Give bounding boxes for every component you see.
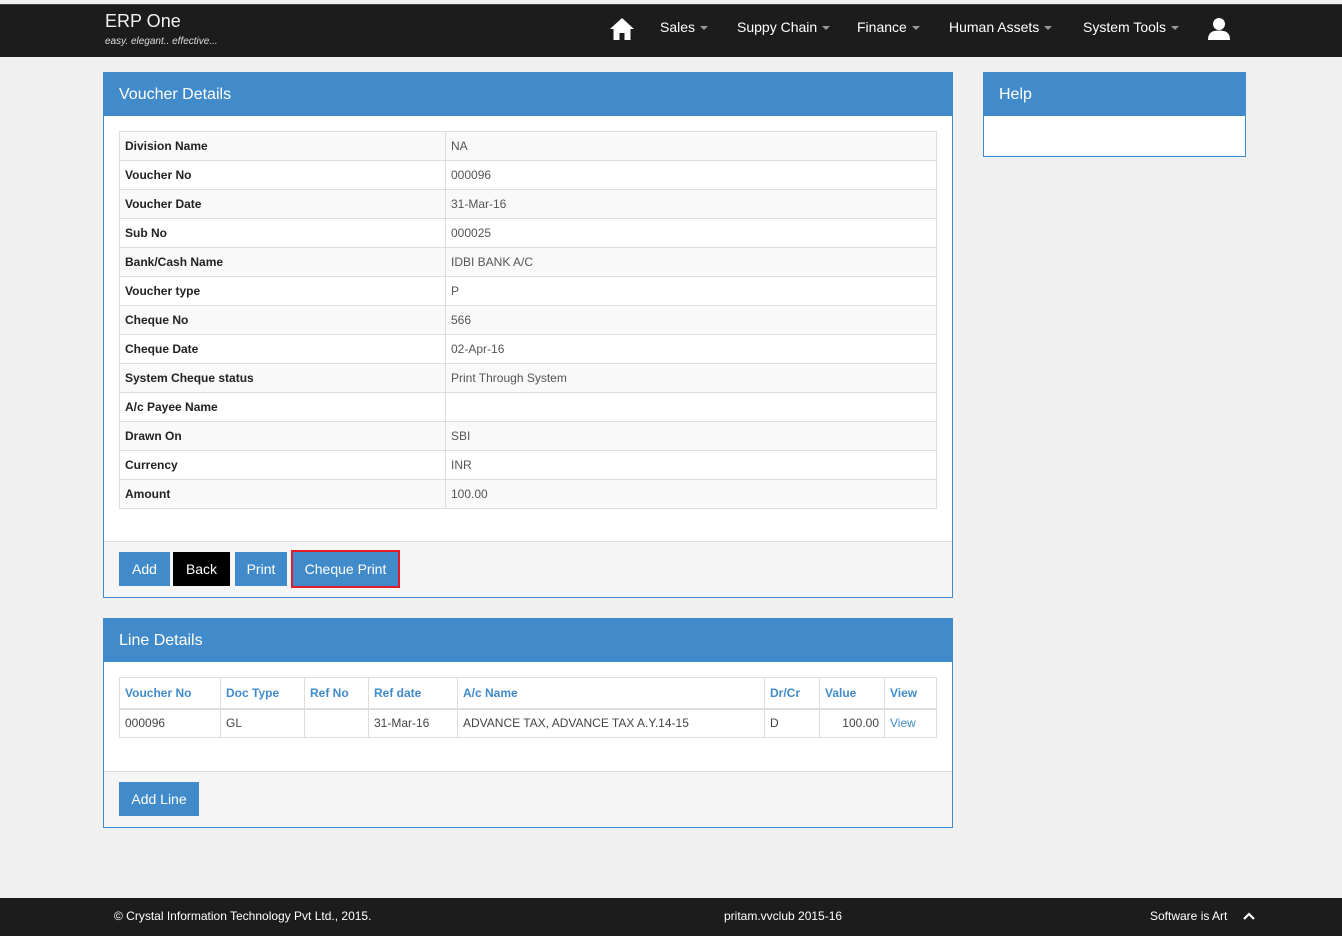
chevron-up-icon[interactable] <box>1242 909 1256 923</box>
cheque-print-button[interactable]: Cheque Print <box>291 550 400 588</box>
cell-voucher-no: 000096 <box>119 708 221 738</box>
column-header[interactable]: View <box>884 677 937 710</box>
add-button[interactable]: Add <box>119 552 170 586</box>
column-header[interactable]: Voucher No <box>119 677 221 710</box>
field-value: 566 <box>445 305 937 335</box>
table-row: Bank/Cash Name IDBI BANK A/C <box>119 247 937 277</box>
page-footer: © Crystal Information Technology Pvt Ltd… <box>0 898 1342 936</box>
table-row: 000096 GL 31-Mar-16 ADVANCE TAX, ADVANCE… <box>119 708 937 738</box>
nav-human-assets[interactable]: Human Assets <box>949 19 1053 35</box>
table-row: Division Name NA <box>119 131 937 161</box>
nav-sales[interactable]: Sales <box>660 19 709 35</box>
field-label: Cheque Date <box>119 334 446 364</box>
column-header[interactable]: Dr/Cr <box>764 677 820 710</box>
table-row: Voucher No 000096 <box>119 160 937 190</box>
nav-supply-chain[interactable]: Suppy Chain <box>737 19 831 35</box>
help-panel: Help <box>983 72 1246 157</box>
back-button[interactable]: Back <box>173 552 230 586</box>
view-link[interactable]: View <box>884 708 937 738</box>
cell-ref-no <box>304 708 369 738</box>
field-value: INR <box>445 450 937 480</box>
column-header[interactable]: Ref date <box>368 677 458 710</box>
slogan-text: Software is Art <box>1150 909 1228 923</box>
nav-system-tools-label: System Tools <box>1083 19 1166 35</box>
user-icon[interactable] <box>1207 17 1231 41</box>
home-icon[interactable] <box>609 17 635 41</box>
caret-down-icon <box>1044 26 1053 31</box>
line-details-heading: Line Details <box>104 619 952 662</box>
field-value: 000096 <box>445 160 937 190</box>
table-row: Cheque No 566 <box>119 305 937 335</box>
caret-down-icon <box>822 26 831 31</box>
navbar: ERP One easy. elegant.. effective... Sal… <box>0 4 1342 57</box>
table-row: Amount 100.00 <box>119 479 937 509</box>
add-line-button[interactable]: Add Line <box>119 782 199 816</box>
cell-doc-type: GL <box>220 708 305 738</box>
table-row: Voucher Date 31-Mar-16 <box>119 189 937 219</box>
help-heading: Help <box>984 73 1245 116</box>
field-value: 100.00 <box>445 479 937 509</box>
cell-ref-date: 31-Mar-16 <box>368 708 458 738</box>
field-label: Voucher type <box>119 276 446 306</box>
nav-supply-chain-label: Suppy Chain <box>737 19 818 35</box>
column-header[interactable]: Doc Type <box>220 677 305 710</box>
app-tagline: easy. elegant.. effective... <box>105 36 218 47</box>
field-label: Voucher Date <box>119 189 446 219</box>
column-header[interactable]: A/c Name <box>457 677 765 710</box>
field-label: Currency <box>119 450 446 480</box>
field-value: P <box>445 276 937 306</box>
table-row: A/c Payee Name <box>119 392 937 422</box>
field-value: NA <box>445 131 937 161</box>
cell-dr-cr: D <box>764 708 820 738</box>
voucher-details-table: Division Name NA Voucher No 000096 Voucher… <box>119 131 937 509</box>
field-label: Cheque No <box>119 305 446 335</box>
line-details-table: Voucher No Doc Type Ref No Ref date A/c … <box>119 677 937 738</box>
field-value: 31-Mar-16 <box>445 189 937 219</box>
table-row: Cheque Date 02-Apr-16 <box>119 334 937 364</box>
nav-human-assets-label: Human Assets <box>949 19 1040 35</box>
field-value: SBI <box>445 421 937 451</box>
caret-down-icon <box>1171 26 1179 31</box>
brand[interactable]: ERP One easy. elegant.. effective... <box>105 11 218 47</box>
field-value: Print Through System <box>445 363 937 393</box>
cell-value: 100.00 <box>819 708 885 738</box>
field-label: Amount <box>119 479 446 509</box>
column-header[interactable]: Ref No <box>304 677 369 710</box>
print-button[interactable]: Print <box>235 552 287 586</box>
field-value <box>445 392 937 422</box>
field-label: Bank/Cash Name <box>119 247 446 277</box>
nav-system-tools[interactable]: System Tools <box>1083 19 1179 35</box>
field-label: A/c Payee Name <box>119 392 446 422</box>
field-label: Drawn On <box>119 421 446 451</box>
line-details-panel: Line Details Voucher No Doc Type Ref No … <box>103 618 953 828</box>
column-header[interactable]: Value <box>819 677 885 710</box>
table-row: Currency INR <box>119 450 937 480</box>
nav-finance[interactable]: Finance <box>857 19 920 35</box>
nav-sales-label: Sales <box>660 19 696 35</box>
caret-down-icon <box>911 26 920 31</box>
field-value: 000025 <box>445 218 937 248</box>
caret-down-icon <box>700 26 709 31</box>
field-label: System Cheque status <box>119 363 446 393</box>
voucher-details-heading: Voucher Details <box>104 73 952 116</box>
field-label: Sub No <box>119 218 446 248</box>
nav-finance-label: Finance <box>857 19 907 35</box>
voucher-details-footer: Add Back Print Cheque Print <box>104 541 952 597</box>
copyright-text: © Crystal Information Technology Pvt Ltd… <box>114 909 372 923</box>
field-value: 02-Apr-16 <box>445 334 937 364</box>
field-label: Voucher No <box>119 160 446 190</box>
table-row: Voucher type P <box>119 276 937 306</box>
table-row: Drawn On SBI <box>119 421 937 451</box>
line-details-footer: Add Line <box>104 771 952 827</box>
voucher-details-panel: Voucher Details Division Name NA Voucher … <box>103 72 953 598</box>
session-text: pritam.vvclub 2015-16 <box>724 909 843 923</box>
app-title: ERP One <box>105 11 181 31</box>
table-row: Sub No 000025 <box>119 218 937 248</box>
cell-ac-name: ADVANCE TAX, ADVANCE TAX A.Y.14-15 <box>457 708 765 738</box>
field-value: IDBI BANK A/C <box>445 247 937 277</box>
field-label: Division Name <box>119 131 446 161</box>
table-row: System Cheque status Print Through System <box>119 363 937 393</box>
table-header-row: Voucher No Doc Type Ref No Ref date A/c … <box>119 677 937 710</box>
